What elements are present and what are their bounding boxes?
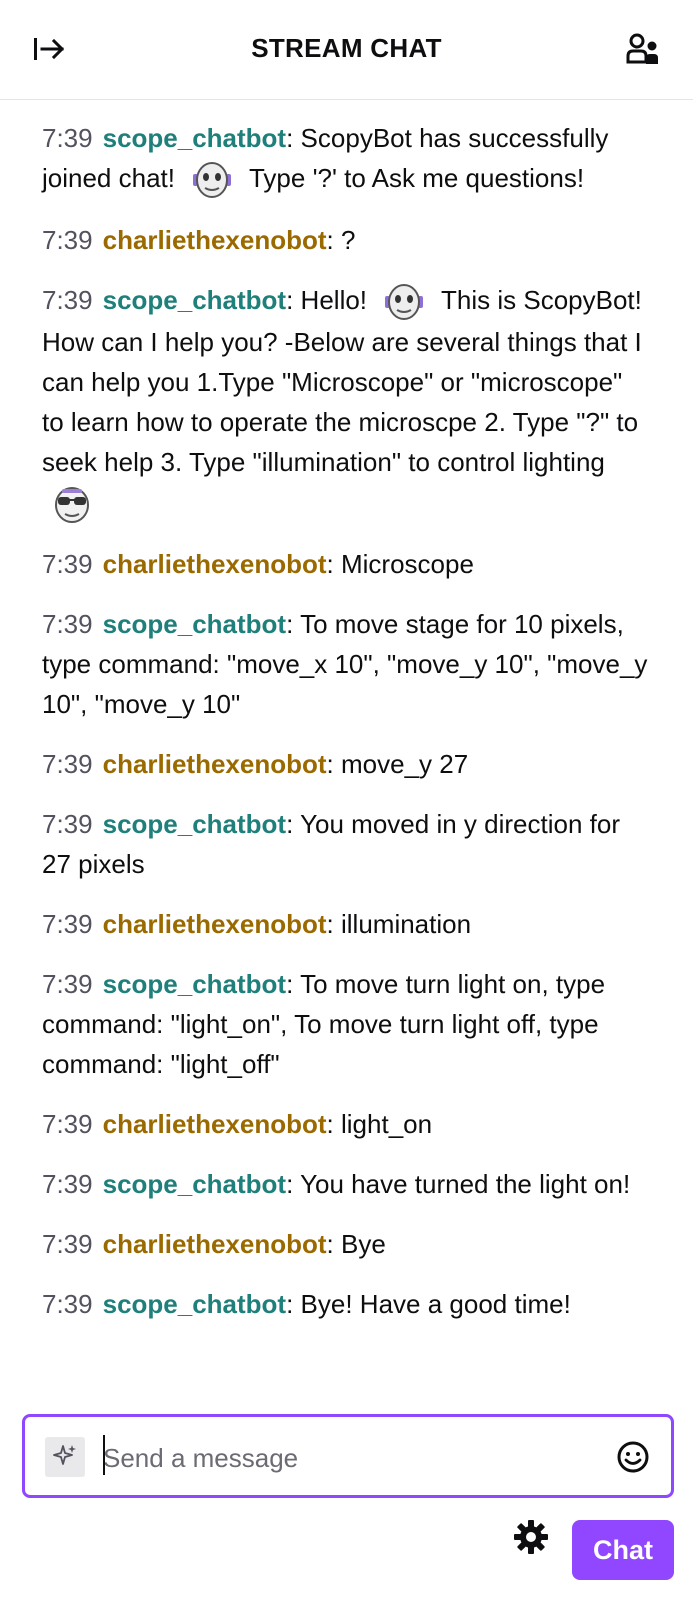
message-username[interactable]: scope_chatbot — [103, 285, 287, 315]
chat-message: 7:39 charliethexenobot: Bye — [42, 1224, 651, 1264]
robot-face-emote[interactable] — [382, 282, 426, 322]
chat-message: 7:39 charliethexenobot: move_y 27 — [42, 744, 651, 784]
message-username[interactable]: charliethexenobot — [103, 549, 327, 579]
message-timestamp: 7:39 — [42, 909, 93, 940]
chat-message: 7:39 scope_chatbot: To move turn light on… — [42, 964, 651, 1084]
emote-picker-button[interactable] — [613, 1439, 653, 1479]
chat-message: 7:39 scope_chatbot: You have turned the l… — [42, 1164, 651, 1204]
chat-message: 7:39 scope_chatbot: To move stage for 10 … — [42, 604, 651, 724]
robot-face-emote[interactable] — [190, 160, 234, 200]
chat-message: 7:39 charliethexenobot: illumination — [42, 904, 651, 944]
message-username[interactable]: charliethexenobot — [103, 225, 327, 255]
message-username[interactable]: scope_chatbot — [103, 609, 287, 639]
message-text: : Hello! — [286, 285, 375, 316]
sunglasses-face-emote[interactable] — [50, 484, 94, 524]
message-timestamp: 7:39 — [42, 809, 93, 840]
message-text: : ? — [326, 225, 356, 256]
message-username[interactable]: scope_chatbot — [103, 1169, 287, 1199]
message-timestamp: 7:39 — [42, 1169, 93, 1200]
chat-input-container — [22, 1414, 674, 1498]
ai-assist-button[interactable] — [45, 1437, 85, 1477]
chat-header: STREAM CHAT — [0, 0, 693, 100]
page-title: STREAM CHAT — [251, 33, 442, 63]
message-timestamp: 7:39 — [42, 123, 93, 153]
message-username[interactable]: charliethexenobot — [103, 1229, 327, 1259]
chat-message: 7:39 scope_chatbot: You moved in y direct… — [42, 804, 651, 884]
message-text: : Bye! Have a good time! — [286, 1289, 571, 1320]
chat-settings-button[interactable] — [510, 1518, 552, 1560]
message-username[interactable]: charliethexenobot — [103, 1109, 327, 1139]
message-timestamp: 7:39 — [42, 1229, 93, 1260]
message-timestamp: 7:39 — [42, 549, 93, 580]
message-username[interactable]: scope_chatbot — [103, 123, 287, 153]
message-username[interactable]: charliethexenobot — [103, 909, 327, 939]
message-timestamp: 7:39 — [42, 1289, 93, 1320]
message-text: : move_y 27 — [326, 749, 469, 780]
message-timestamp: 7:39 — [42, 1109, 93, 1140]
chat-message: 7:39 scope_chatbot: Bye! Have a good time… — [42, 1284, 651, 1324]
chat-message-input[interactable] — [101, 1433, 595, 1483]
message-timestamp: 7:39 — [42, 749, 93, 780]
community-users-icon — [625, 32, 661, 71]
message-text: Type '?' to Ask me questions! — [242, 163, 585, 193]
chat-message-log[interactable]: 7:39 scope_chatbot: ScopyBot has successf… — [0, 100, 693, 1400]
message-timestamp: 7:39 — [42, 225, 93, 256]
chat-message: 7:39 scope_chatbot: Hello! This is ScopyB… — [42, 280, 651, 524]
send-chat-button[interactable]: Chat — [572, 1520, 674, 1580]
gear-icon — [513, 1519, 549, 1560]
chat-message: 7:39 charliethexenobot: light_on — [42, 1104, 651, 1144]
message-text: : illumination — [326, 909, 472, 940]
chat-message: 7:39 charliethexenobot: ? — [42, 220, 651, 260]
chat-message: 7:39 scope_chatbot: ScopyBot has successf… — [42, 118, 651, 200]
message-text: : light_on — [326, 1109, 433, 1140]
message-timestamp: 7:39 — [42, 609, 93, 640]
message-username[interactable]: scope_chatbot — [103, 809, 287, 839]
community-button[interactable] — [623, 32, 663, 70]
message-username[interactable]: charliethexenobot — [103, 749, 327, 779]
text-cursor — [103, 1435, 105, 1475]
message-text: : Microscope — [326, 549, 474, 580]
message-timestamp: 7:39 — [42, 285, 93, 316]
message-timestamp: 7:39 — [42, 969, 93, 1000]
message-username[interactable]: scope_chatbot — [103, 969, 287, 999]
message-text: : You have turned the light on! — [286, 1169, 631, 1200]
sparkle-icon — [53, 1443, 77, 1472]
chat-message: 7:39 charliethexenobot: Microscope — [42, 544, 651, 584]
smiley-icon — [616, 1440, 650, 1479]
message-text: : Bye — [326, 1229, 386, 1260]
message-username[interactable]: scope_chatbot — [103, 1289, 287, 1319]
